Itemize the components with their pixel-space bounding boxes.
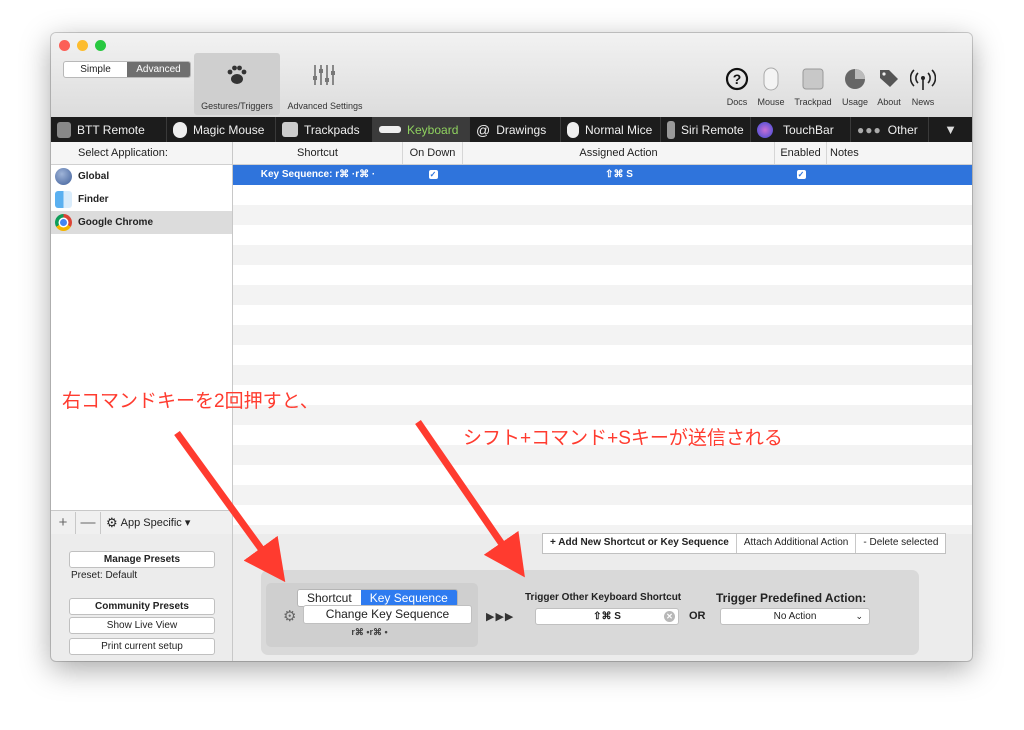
annotation-arrow-right xyxy=(415,420,525,578)
annotation-arrow-left xyxy=(174,430,286,583)
annotation-arrows xyxy=(174,420,525,583)
